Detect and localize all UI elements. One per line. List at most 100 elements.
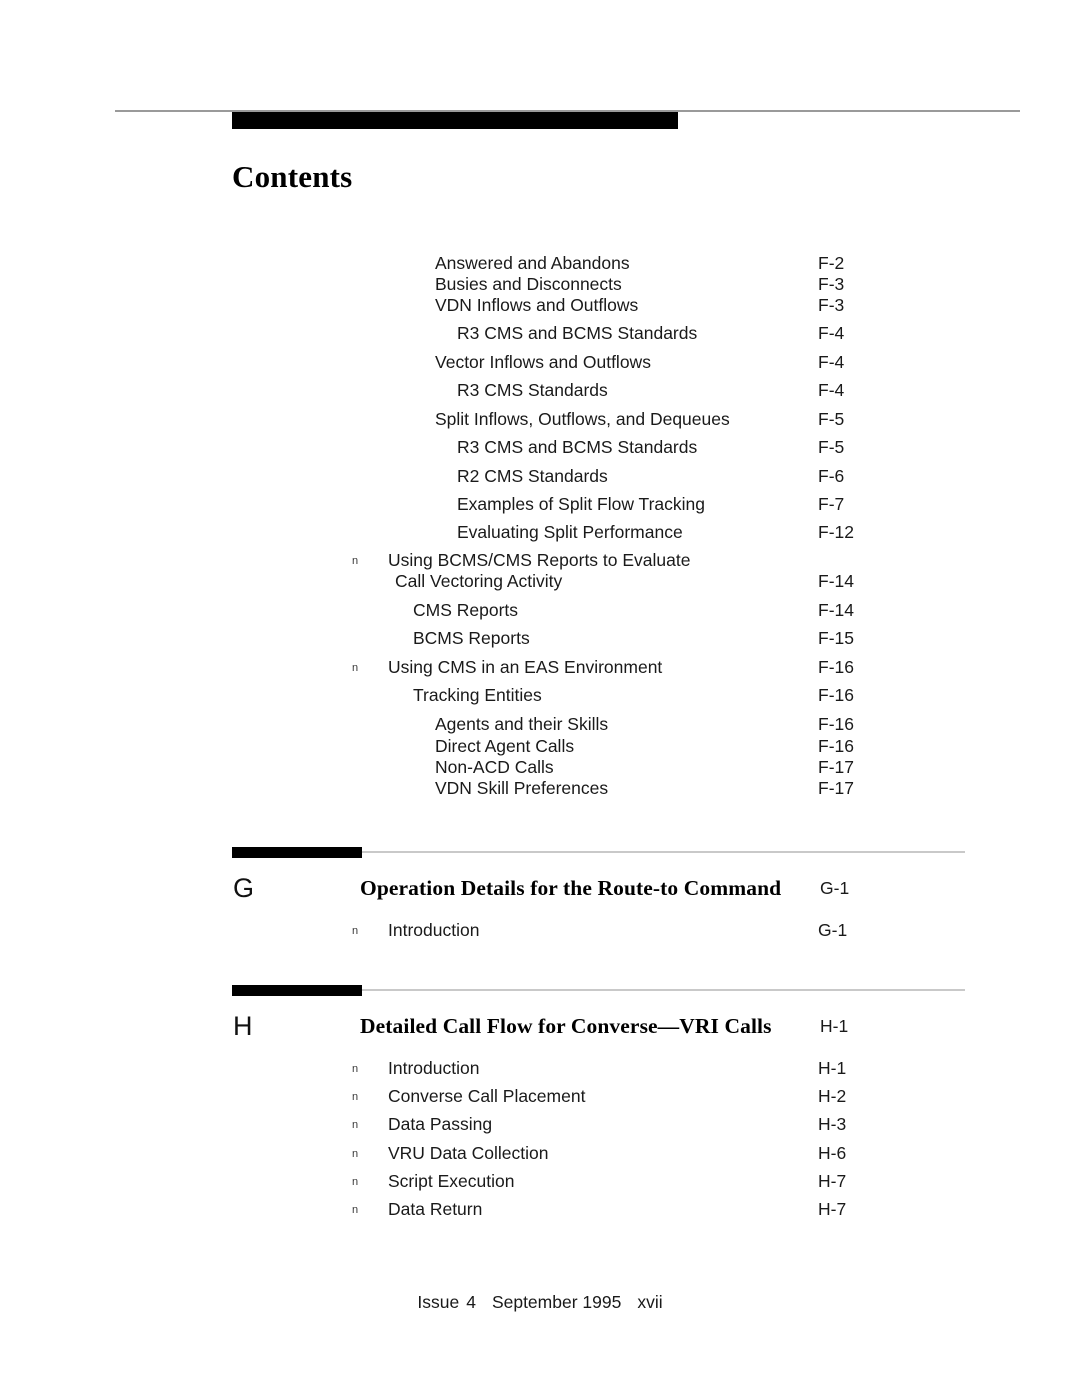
toc-entry-label: Direct Agent Calls [435,736,575,756]
toc-entry-page-number: F-4 [818,323,845,343]
toc-entry-page-number: H-6 [818,1143,847,1163]
page-title: Contents [232,158,353,194]
toc-entry-page-number: F-14 [818,600,854,620]
toc-entry-page-number: F-16 [818,657,854,677]
toc-entry-label: Split Inflows, Outflows, and Dequeues [435,409,730,429]
square-bullet-icon: n [352,1148,359,1160]
appendix-divider-rule [362,989,965,991]
square-bullet-icon: n [352,925,359,937]
toc-entry-label: Using CMS in an EAS Environment [388,657,663,677]
toc-entry-page-number: H-1 [818,1058,847,1078]
toc-entry-page-number: F-17 [818,778,854,798]
toc-entry-label: R3 CMS Standards [457,380,608,400]
toc-entry[interactable]: VDN Inflows and Outflows F-3 [0,294,1080,316]
page-footer: Issue 4 September 1995 xvii [0,1292,1080,1313]
toc-entry-page-number: H-2 [818,1086,847,1106]
toc-entry-label: BCMS Reports [413,628,530,648]
appendix-title[interactable]: Operation Details for the Route-to Comma… [360,874,781,902]
toc-entry[interactable]: n Using CMS in an EAS Environment F-16 [0,656,1080,678]
toc-entry-label: R2 CMS Standards [457,466,608,486]
toc-entry[interactable]: n Introduction H-1 [0,1057,1080,1079]
toc-entry-label: Using BCMS/CMS Reports to Evaluate [388,550,691,570]
toc-entry-label: Non-ACD Calls [435,757,554,777]
square-bullet-icon: n [352,1176,359,1188]
toc-entry-label: VRU Data Collection [388,1143,549,1163]
appendix-page-number: G-1 [820,878,850,898]
toc-entry[interactable]: BCMS Reports F-15 [0,627,1080,649]
toc-entry[interactable]: Answered and Abandons F-2 [0,252,1080,274]
toc-entry-label: Introduction [388,1058,480,1078]
toc-entry-page-number: F-3 [818,295,845,315]
toc-entry-page-number: F-4 [818,352,845,372]
appendix-black-bar [232,847,362,858]
appendix-page-number: H-1 [820,1016,849,1036]
toc-entry[interactable]: Call Vectoring Activity F-14 [0,570,1080,592]
toc-entry[interactable]: Examples of Split Flow Tracking F-7 [0,493,1080,515]
toc-entry-label: R3 CMS and BCMS Standards [457,323,698,343]
toc-entry[interactable]: Agents and their Skills F-16 [0,713,1080,735]
footer-date: September 1995 [491,1292,622,1312]
toc-entry-page-number: F-14 [818,571,854,591]
toc-entry-page-number: F-2 [818,253,845,273]
square-bullet-icon: n [352,1119,359,1131]
toc-entry-page-number: H-7 [818,1171,847,1191]
toc-entry-label: Converse Call Placement [388,1086,586,1106]
appendix-letter: G [233,873,255,903]
footer-issue-label: Issue [417,1292,460,1312]
toc-entry[interactable]: Busies and Disconnects F-3 [0,273,1080,295]
toc-entry[interactable]: Tracking Entities F-16 [0,684,1080,706]
toc-entry-page-number: F-5 [818,409,845,429]
toc-entry-label: Call Vectoring Activity [395,571,563,591]
footer-folio: xvii [637,1292,663,1312]
toc-page: Contents Answered and Abandons F-2 Busies … [0,0,1080,1397]
toc-entry-label: CMS Reports [413,600,519,620]
toc-entry-label: Busies and Disconnects [435,274,622,294]
toc-entry[interactable]: R3 CMS and BCMS Standards F-5 [0,436,1080,458]
toc-entry[interactable]: R3 CMS Standards F-4 [0,379,1080,401]
toc-entry[interactable]: Direct Agent Calls F-16 [0,735,1080,757]
toc-entry-page-number: F-17 [818,757,854,777]
toc-entry-page-number: F-15 [818,628,854,648]
toc-entry[interactable]: Evaluating Split Performance F-12 [0,521,1080,543]
toc-entry-page-number: H-3 [818,1114,847,1134]
toc-entry-page-number: F-7 [818,494,845,514]
square-bullet-icon: n [352,1063,359,1075]
footer-issue-number: 4 [466,1292,476,1312]
toc-entry[interactable]: R2 CMS Standards F-6 [0,465,1080,487]
toc-entry-page-number: F-6 [818,466,845,486]
toc-entry[interactable]: Split Inflows, Outflows, and Dequeues F-5 [0,408,1080,430]
toc-entry[interactable]: n Script Execution H-7 [0,1170,1080,1192]
toc-entry[interactable]: n Converse Call Placement H-2 [0,1085,1080,1107]
toc-entry-label: VDN Inflows and Outflows [435,295,639,315]
toc-entry-label: Tracking Entities [413,685,542,705]
toc-entry-label: Answered and Abandons [435,253,630,273]
toc-entry-page-number: F-5 [818,437,845,457]
toc-entry-page-number: F-16 [818,685,854,705]
toc-entry-page-number: G-1 [818,920,848,940]
toc-entry[interactable]: CMS Reports F-14 [0,599,1080,621]
toc-entry-label: Agents and their Skills [435,714,609,734]
toc-entry[interactable]: n Data Return H-7 [0,1198,1080,1220]
toc-entry-page-number: F-3 [818,274,845,294]
appendix-black-bar [232,985,362,996]
toc-entry-label: Script Execution [388,1171,515,1191]
square-bullet-icon: n [352,1091,359,1103]
toc-entry[interactable]: n Using BCMS/CMS Reports to Evaluate [0,549,1080,571]
toc-entry-page-number: F-12 [818,522,854,542]
toc-entry-label: Vector Inflows and Outflows [435,352,651,372]
square-bullet-icon: n [352,555,359,567]
toc-entry[interactable]: VDN Skill Preferences F-17 [0,777,1080,799]
toc-entry-label: Data Return [388,1199,483,1219]
toc-entry[interactable]: n VRU Data Collection H-6 [0,1142,1080,1164]
toc-entry[interactable]: n Data Passing H-3 [0,1113,1080,1135]
toc-entry[interactable]: Non-ACD Calls F-17 [0,756,1080,778]
toc-entry[interactable]: n Introduction G-1 [0,919,1080,941]
toc-entry-label: Examples of Split Flow Tracking [457,494,706,514]
toc-entry-label: R3 CMS and BCMS Standards [457,437,698,457]
square-bullet-icon: n [352,662,359,674]
toc-entry[interactable]: R3 CMS and BCMS Standards F-4 [0,322,1080,344]
toc-entry-label: VDN Skill Preferences [435,778,609,798]
toc-entry[interactable]: Vector Inflows and Outflows F-4 [0,351,1080,373]
appendix-title[interactable]: Detailed Call Flow for Converse—VRI Call… [360,1012,772,1040]
toc-entry-label: Introduction [388,920,480,940]
